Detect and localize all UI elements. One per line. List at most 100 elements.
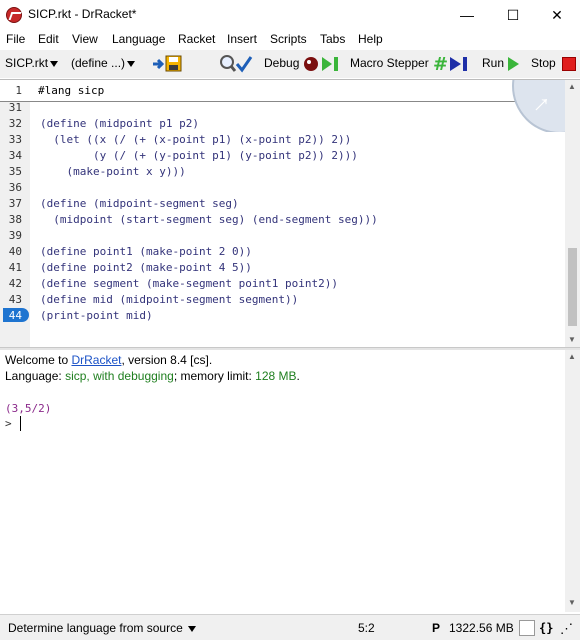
menu-insert[interactable]: Insert <box>227 32 257 46</box>
editor-scrollbar[interactable]: ▲ ▼ <box>565 80 580 348</box>
text-cursor <box>20 416 21 431</box>
line-number: 32 <box>8 117 22 130</box>
line-number: 36 <box>8 181 22 194</box>
code-line: (print-point mid) <box>40 309 153 322</box>
braces-icon[interactable]: {} <box>539 621 553 635</box>
debug-button[interactable]: Debug <box>264 56 299 70</box>
welcome-message: Welcome to DrRacket, version 8.4 [cs]. L… <box>5 353 300 383</box>
stop-label: Stop <box>531 56 556 70</box>
svg-text:#: # <box>433 54 448 74</box>
check-syntax-button[interactable] <box>219 54 253 74</box>
line-number: 35 <box>8 165 22 178</box>
code-line: (define (midpoint p1 p2) <box>40 117 199 130</box>
magnifier-check-icon <box>220 55 253 73</box>
scroll-down-icon[interactable]: ▼ <box>568 598 576 607</box>
define-menu-button[interactable]: (define ...) <box>71 56 136 70</box>
line-number: 41 <box>8 261 22 274</box>
code-line: (midpoint (start-segment seg) (end-segme… <box>40 213 378 226</box>
code-line: (define mid (midpoint-segment segment)) <box>40 293 299 306</box>
menu-language[interactable]: Language <box>112 32 165 46</box>
chevron-down-icon <box>127 60 136 67</box>
language-selector[interactable]: Determine language from source <box>8 621 197 635</box>
menu-scripts[interactable]: Scripts <box>270 32 307 46</box>
memory-limit: 128 MB <box>255 369 297 383</box>
repl-prompt: > <box>5 417 12 430</box>
run-button[interactable]: Run <box>482 56 504 70</box>
code-line: (define (midpoint-segment seg) <box>40 197 239 210</box>
definitions-window[interactable]: 1 #lang sicp 31 32 (define (midpoint p1 … <box>0 79 580 348</box>
cursor-position: 5:2 <box>358 621 375 635</box>
lang-line: 1 #lang sicp <box>0 80 565 102</box>
line-number: 40 <box>8 245 22 258</box>
debug-label: Debug <box>264 56 300 70</box>
drracket-link[interactable]: DrRacket <box>71 353 121 367</box>
language-end: . <box>296 369 300 383</box>
macro-stepper-icon[interactable]: # <box>433 54 473 75</box>
memory-usage[interactable]: 1322.56 MB <box>449 621 514 635</box>
define-menu-label: (define ...) <box>71 56 126 70</box>
lang-declaration: #lang sicp <box>38 84 105 97</box>
chevron-down-icon <box>188 625 197 632</box>
line-number: 33 <box>8 133 22 146</box>
p-indicator: P <box>432 621 441 635</box>
code-line: (y (/ (+ (y-point p1) (y-point p2)) 2))) <box>40 149 358 162</box>
menu-view[interactable]: View <box>72 32 98 46</box>
hash-step-icon: # <box>433 54 467 75</box>
bug-play-pause-icon <box>304 57 338 71</box>
file-menu-button[interactable]: SICP.rkt <box>5 56 59 70</box>
menu-edit[interactable]: Edit <box>38 32 59 46</box>
menu-racket[interactable]: Racket <box>178 32 215 46</box>
menu-file[interactable]: File <box>6 32 25 46</box>
line-number: 34 <box>8 149 22 162</box>
title-bar: SICP.rkt - DrRacket* — ☐ ✕ <box>0 0 580 30</box>
menu-help[interactable]: Help <box>358 32 383 46</box>
gc-indicator <box>519 620 535 636</box>
interactions-window[interactable]: Welcome to DrRacket, version 8.4 [cs]. L… <box>0 350 565 612</box>
run-icon[interactable] <box>508 57 519 71</box>
code-line: (define segment (make-segment point1 poi… <box>40 277 339 290</box>
menu-bar: File Edit View Language Racket Insert Sc… <box>0 30 580 50</box>
save-icon <box>153 55 182 72</box>
line-number: 39 <box>8 229 22 242</box>
maximize-button[interactable]: ☐ <box>490 0 536 30</box>
repl-output: (3,5/2) <box>5 402 52 415</box>
status-bar: Determine language from source 5:2 P 132… <box>0 614 580 640</box>
file-menu-label: SICP.rkt <box>5 56 49 70</box>
line-number-current: 44 <box>8 309 22 322</box>
line-number: 38 <box>8 213 22 226</box>
line-number: 31 <box>8 101 22 114</box>
code-line: (let ((x (/ (+ (x-point p1) (x-point p2)… <box>40 133 352 146</box>
window-title: SICP.rkt - DrRacket* <box>28 7 137 21</box>
language-line: Language: sicp, with debugging; memory l… <box>5 369 300 383</box>
chevron-down-icon <box>50 60 59 67</box>
code-line: (make-point x y))) <box>40 165 186 178</box>
toolbar: SICP.rkt (define ...) Debug Macro Steppe… <box>0 50 580 78</box>
language-selector-label: Determine language from source <box>8 621 183 635</box>
debug-icon[interactable] <box>303 54 341 74</box>
macro-stepper-button[interactable]: Macro Stepper <box>350 56 429 70</box>
code-line: (define point2 (make-point 4 5)) <box>40 261 252 274</box>
welcome-prefix: Welcome to <box>5 353 72 367</box>
interactions-scrollbar[interactable]: ▲ ▼ <box>565 350 580 612</box>
stop-icon[interactable] <box>562 57 576 71</box>
welcome-line: Welcome to DrRacket, version 8.4 [cs]. <box>5 353 300 367</box>
scroll-up-icon[interactable]: ▲ <box>568 82 576 91</box>
close-button[interactable]: ✕ <box>534 0 580 30</box>
line-number: 37 <box>8 197 22 210</box>
language-name: sicp, with debugging <box>65 369 174 383</box>
run-label: Run <box>482 56 505 70</box>
welcome-suffix: , version 8.4 [cs]. <box>121 353 213 367</box>
line-number: 42 <box>8 277 22 290</box>
resize-grip-icon[interactable]: ⋰ <box>560 621 573 637</box>
minimize-button[interactable]: — <box>444 0 490 30</box>
scroll-up-icon[interactable]: ▲ <box>568 352 576 361</box>
save-button[interactable] <box>152 55 184 73</box>
editor-scroll-thumb[interactable] <box>568 248 577 326</box>
drracket-logo-icon <box>6 7 22 23</box>
line-number: 1 <box>15 84 22 97</box>
scroll-down-icon[interactable]: ▼ <box>568 335 576 344</box>
code-line: (define point1 (make-point 2 0)) <box>40 245 252 258</box>
stop-button[interactable]: Stop <box>531 56 556 70</box>
language-prefix: Language: <box>5 369 66 383</box>
menu-tabs[interactable]: Tabs <box>320 32 345 46</box>
